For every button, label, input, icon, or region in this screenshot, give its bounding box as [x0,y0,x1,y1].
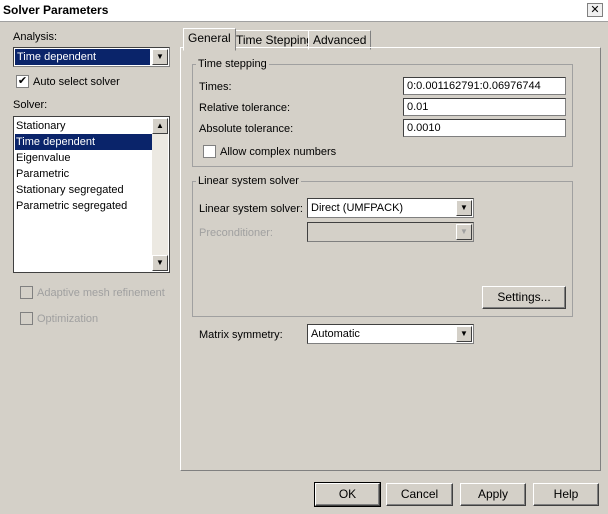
solver-item-stationary-segregated[interactable]: Stationary segregated [15,182,152,198]
times-input[interactable]: 0:0.001162791:0.06976744 [403,77,566,95]
optimization-label: Optimization [37,313,99,325]
solver-item-parametric[interactable]: Parametric [15,166,152,182]
close-icon[interactable]: ✕ [587,3,603,17]
allow-complex-label: Allow complex numbers [220,146,337,158]
solver-item-stationary[interactable]: Stationary [15,118,152,134]
scroll-up-icon[interactable]: ▲ [152,118,168,134]
solver-item-parametric-segregated[interactable]: Parametric segregated [15,198,152,214]
ok-button[interactable]: OK [314,482,381,507]
solver-label: Solver: [13,99,48,111]
optimization-checkbox [20,312,33,325]
analysis-label: Analysis: [13,31,58,43]
solver-item-time-dependent[interactable]: Time dependent [15,134,152,150]
title-bar: Solver Parameters ✕ [0,0,608,22]
allow-complex-checkbox[interactable] [203,145,216,158]
times-label: Times: [199,81,232,93]
cancel-button[interactable]: Cancel [386,483,453,506]
solver-list-scrollbar[interactable]: ▲ ▼ [152,118,168,271]
solver-list[interactable]: Stationary Time dependent Eigenvalue Par… [13,116,170,273]
relative-tolerance-input[interactable]: 0.01 [403,98,566,116]
linear-solver-title: Linear system solver [196,174,301,188]
matrix-symmetry-select[interactable]: Automatic ▼ [307,324,474,344]
adaptive-mesh-checkbox [20,286,33,299]
linear-solver-select[interactable]: Direct (UMFPACK) ▼ [307,198,474,218]
absolute-tolerance-input[interactable]: 0.0010 [403,119,566,137]
absolute-tolerance-label: Absolute tolerance: [199,123,294,135]
scroll-down-icon[interactable]: ▼ [152,255,168,271]
matrix-symmetry-value: Automatic [311,328,360,340]
linear-solver-label: Linear system solver: [199,203,303,215]
tab-general[interactable]: General [183,28,236,51]
linear-solver-value: Direct (UMFPACK) [311,202,404,214]
matrix-symmetry-label: Matrix symmetry: [199,329,283,341]
relative-tolerance-label: Relative tolerance: [199,102,291,114]
window-title: Solver Parameters [3,3,109,17]
apply-button[interactable]: Apply [460,483,526,506]
auto-select-label: Auto select solver [33,76,120,88]
preconditioner-label: Preconditioner: [199,227,273,239]
chevron-down-icon: ▼ [456,224,472,240]
auto-select-checkbox[interactable]: ✔ [16,75,29,88]
chevron-down-icon[interactable]: ▼ [456,200,472,216]
analysis-value: Time dependent [15,49,150,65]
solver-item-eigenvalue[interactable]: Eigenvalue [15,150,152,166]
analysis-select[interactable]: Time dependent ▼ [13,47,170,67]
chevron-down-icon[interactable]: ▼ [456,326,472,342]
chevron-down-icon[interactable]: ▼ [152,49,168,65]
help-button[interactable]: Help [533,483,599,506]
settings-button[interactable]: Settings... [482,286,566,309]
adaptive-mesh-label: Adaptive mesh refinement [37,287,165,299]
time-stepping-title: Time stepping [196,57,269,71]
preconditioner-select: ▼ [307,222,474,242]
